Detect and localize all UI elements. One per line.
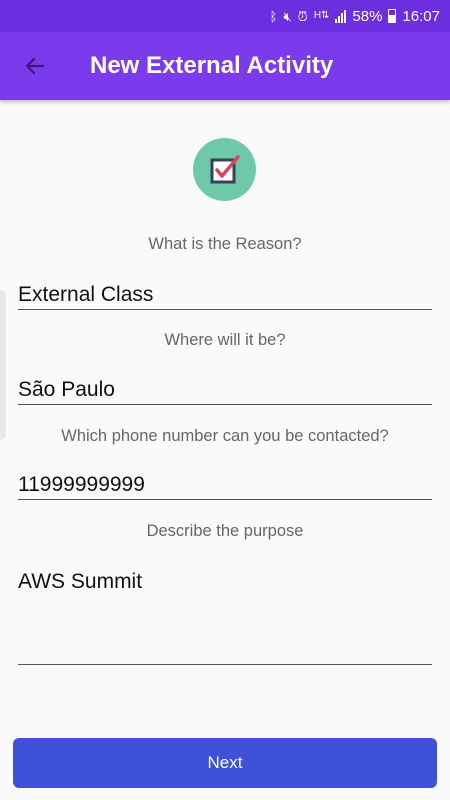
battery-icon <box>388 9 397 23</box>
next-button[interactable]: Next <box>13 738 437 788</box>
arrow-left-icon <box>25 57 45 75</box>
mute-icon: 🔇︎ <box>283 8 292 24</box>
location-input[interactable] <box>18 375 432 405</box>
alarm-icon: ⏰︎ <box>297 8 308 24</box>
page-title: New External Activity <box>90 52 334 79</box>
status-bar: ᛒ 🔇︎ ⏰︎ H⇅ 58% 16:07 <box>0 0 450 32</box>
phone-input[interactable] <box>18 470 432 500</box>
clock: 16:07 <box>402 7 440 25</box>
location-label: Where will it be? <box>164 331 286 349</box>
purpose-textarea[interactable]: AWS Summit <box>18 560 432 665</box>
reason-label: What is the Reason? <box>148 235 302 253</box>
side-drawer-handle[interactable] <box>0 290 6 440</box>
checkbox-checked-icon <box>210 154 240 183</box>
bluetooth-icon: ᛒ <box>269 8 278 24</box>
phone-label: Which phone number can you be contacted? <box>61 427 389 445</box>
signal-icon <box>335 9 347 23</box>
battery-percent: 58% <box>352 7 383 25</box>
back-button[interactable] <box>0 32 70 100</box>
data-icon: H⇅ <box>313 10 330 21</box>
purpose-label: Describe the purpose <box>146 522 304 540</box>
app-bar: New External Activity <box>0 32 450 100</box>
reason-input[interactable] <box>18 280 432 310</box>
activity-logo <box>193 138 256 201</box>
